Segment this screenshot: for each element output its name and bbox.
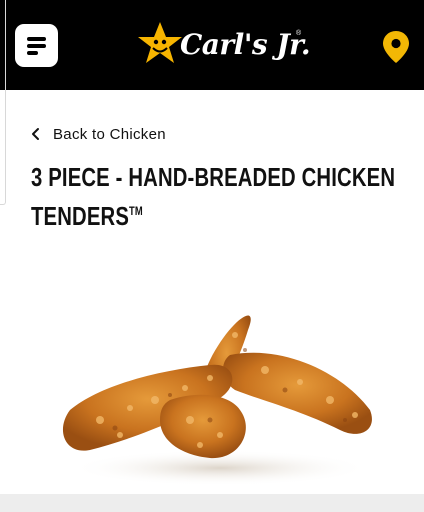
registered-mark: ® <box>296 30 302 37</box>
chevron-left-icon <box>32 128 39 140</box>
chicken-tenders-image <box>62 315 372 486</box>
drawer-edge <box>0 0 6 205</box>
star-mascot-icon <box>138 22 182 63</box>
menu-button[interactable] <box>15 24 58 67</box>
menu-icon <box>27 37 46 55</box>
product-title: 3 PIECE - HAND-BREADED CHICKEN TENDERSTM <box>31 162 396 231</box>
trademark-mark: TM <box>128 204 143 218</box>
back-to-chicken-link[interactable]: Back to Chicken <box>28 123 166 145</box>
bottom-bar <box>0 494 424 512</box>
location-pin-icon[interactable] <box>382 30 410 64</box>
app-header: Carl's Jr. ® <box>0 0 424 90</box>
carls-jr-logo[interactable]: Carl's Jr. ® <box>136 18 311 74</box>
brand-name: Carl's Jr. <box>180 28 311 61</box>
back-link-label: Back to Chicken <box>53 125 166 143</box>
